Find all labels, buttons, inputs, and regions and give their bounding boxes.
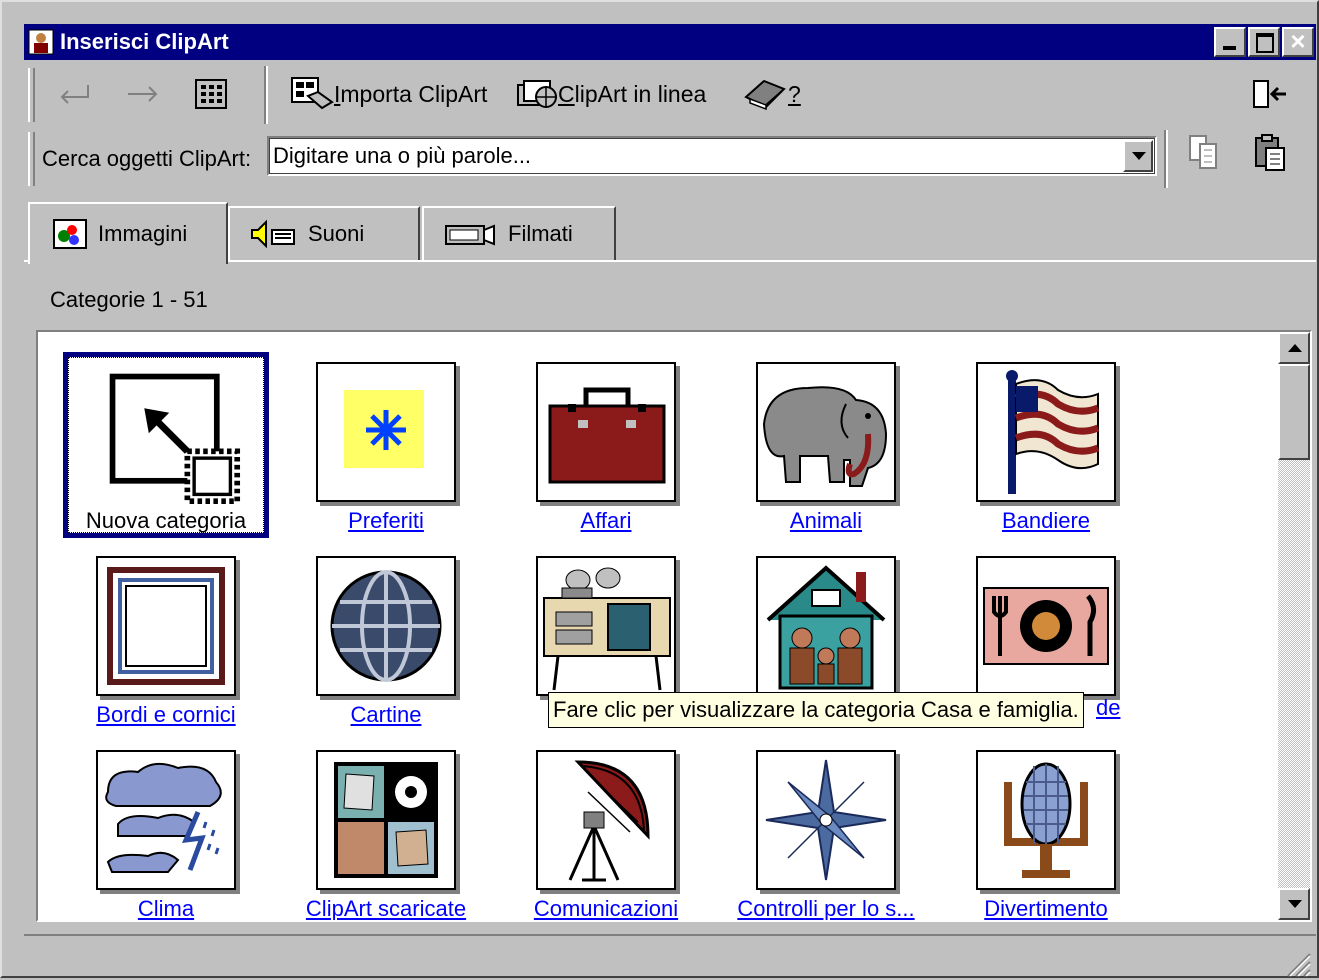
tab-immagini[interactable]: Immagini bbox=[28, 202, 228, 264]
copy-icon bbox=[1189, 135, 1217, 169]
title-bar[interactable]: Inserisci ClipArt × bbox=[24, 24, 1316, 60]
category-affari[interactable]: Affari bbox=[506, 354, 706, 534]
clipart-window: Inserisci ClipArt × Importa ClipArt Clip… bbox=[0, 0, 1319, 978]
category-preferiti[interactable]: Preferiti bbox=[286, 354, 486, 534]
search-input[interactable] bbox=[273, 141, 1103, 171]
category-clipart-scaricate[interactable]: ClipArt scaricate bbox=[286, 742, 486, 920]
toolbar-grip[interactable] bbox=[28, 132, 35, 186]
clipart-online-label: ClipArt in linea bbox=[558, 80, 707, 107]
storm-cloud-icon bbox=[96, 750, 236, 890]
house-family-icon bbox=[756, 556, 896, 696]
toolbar-grip[interactable] bbox=[28, 68, 35, 122]
clipart-app-icon bbox=[28, 29, 54, 55]
briefcase-icon bbox=[536, 362, 676, 502]
copy-button bbox=[1184, 132, 1224, 172]
forward-button[interactable] bbox=[124, 74, 164, 114]
kitchen-icon bbox=[536, 556, 676, 696]
import-clipart-label: Importa ClipArt bbox=[334, 80, 488, 107]
sounds-icon bbox=[251, 219, 295, 249]
tab-label: Suoni bbox=[308, 221, 365, 246]
import-clipart-icon bbox=[291, 77, 334, 110]
tab-filmati[interactable]: Filmati bbox=[422, 206, 616, 260]
toolbar-separator bbox=[1164, 130, 1168, 188]
media-tabs: Immagini Suoni Filmati bbox=[28, 202, 1318, 264]
import-clipart-button[interactable]: Importa ClipArt bbox=[290, 74, 487, 114]
partial-category-label[interactable]: de bbox=[1096, 695, 1120, 721]
help-button[interactable]: ? bbox=[742, 74, 801, 114]
search-combobox[interactable] bbox=[267, 136, 1157, 176]
category-count: Categorie 1 - 51 bbox=[50, 287, 208, 312]
globe-icon bbox=[316, 556, 456, 696]
tab-label: Immagini bbox=[98, 221, 188, 246]
scrollbar-thumb[interactable] bbox=[1278, 364, 1310, 460]
category-label[interactable]: Bandiere bbox=[916, 508, 1176, 534]
back-button[interactable] bbox=[54, 74, 94, 114]
frame-icon bbox=[96, 556, 236, 696]
category-cartine[interactable]: Cartine bbox=[286, 548, 486, 728]
paste-icon bbox=[1255, 134, 1285, 171]
clipart-online-button[interactable]: ClipArt in linea bbox=[514, 74, 706, 114]
window-size-icon bbox=[1253, 80, 1286, 108]
satellite-dish-icon bbox=[536, 750, 676, 890]
vertical-scrollbar[interactable] bbox=[1278, 332, 1310, 920]
forward-arrow-icon bbox=[128, 86, 158, 102]
category-grid: Nuova categoria Preferiti Affari Animali… bbox=[36, 330, 1312, 922]
maximize-button[interactable] bbox=[1248, 27, 1280, 57]
elephant-icon bbox=[756, 362, 896, 502]
category-comunicazioni[interactable]: Comunicazioni bbox=[506, 742, 706, 920]
window-title: Inserisci ClipArt bbox=[60, 29, 229, 54]
category-bordi-e-cornici[interactable]: Bordi e cornici bbox=[66, 548, 266, 728]
search-toolbar: Cerca oggetti ClipArt: bbox=[24, 128, 1316, 190]
new-category-icon bbox=[108, 372, 241, 505]
clipart-online-icon bbox=[517, 80, 557, 108]
scroll-down-button[interactable] bbox=[1278, 888, 1310, 920]
category-animali[interactable]: Animali bbox=[726, 354, 926, 534]
category-clima[interactable]: Clima bbox=[66, 742, 266, 920]
help-label: ? bbox=[788, 80, 801, 107]
downloaded-clipart-icon bbox=[316, 750, 456, 890]
flag-icon bbox=[976, 362, 1116, 502]
category-tooltip: Fare clic per visualizzare la categoria … bbox=[548, 692, 1084, 728]
pictures-icon bbox=[53, 219, 87, 249]
tab-label: Filmati bbox=[508, 221, 573, 246]
toolbar-navigation: Importa ClipArt ClipArt in linea ? bbox=[24, 64, 1316, 126]
dining-icon bbox=[976, 556, 1116, 696]
category-label[interactable]: Cartine bbox=[256, 702, 516, 728]
category-divertimento[interactable]: Divertimento bbox=[946, 742, 1146, 920]
show-all-categories-button[interactable] bbox=[194, 74, 228, 114]
movies-icon bbox=[445, 224, 495, 246]
search-dropdown-button[interactable] bbox=[1123, 140, 1153, 172]
resize-grip-icon[interactable] bbox=[1282, 948, 1312, 978]
help-book-icon bbox=[744, 79, 786, 111]
favorites-icon bbox=[316, 362, 456, 502]
change-window-size-button[interactable] bbox=[1250, 74, 1290, 114]
category-nuova-categoria[interactable]: Nuova categoria bbox=[63, 352, 269, 538]
minimize-button[interactable] bbox=[1214, 27, 1246, 57]
grid-view-icon bbox=[195, 79, 227, 109]
category-bandiere[interactable]: Bandiere bbox=[946, 354, 1146, 534]
microphone-icon bbox=[976, 750, 1116, 890]
category-label[interactable]: Divertimento bbox=[916, 896, 1176, 920]
tab-suoni[interactable]: Suoni bbox=[228, 206, 420, 260]
search-label: Cerca oggetti ClipArt: bbox=[42, 146, 252, 171]
compass-star-icon bbox=[756, 750, 896, 890]
category-controlli-per-lo-s[interactable]: Controlli per lo s... bbox=[726, 742, 926, 920]
paste-button[interactable] bbox=[1250, 132, 1290, 172]
back-arrow-icon bbox=[60, 85, 89, 104]
close-icon: × bbox=[1290, 26, 1306, 56]
close-button[interactable]: × bbox=[1282, 26, 1314, 57]
scroll-up-button[interactable] bbox=[1278, 332, 1310, 364]
toolbar-separator bbox=[264, 66, 268, 124]
status-bar bbox=[24, 934, 1316, 980]
